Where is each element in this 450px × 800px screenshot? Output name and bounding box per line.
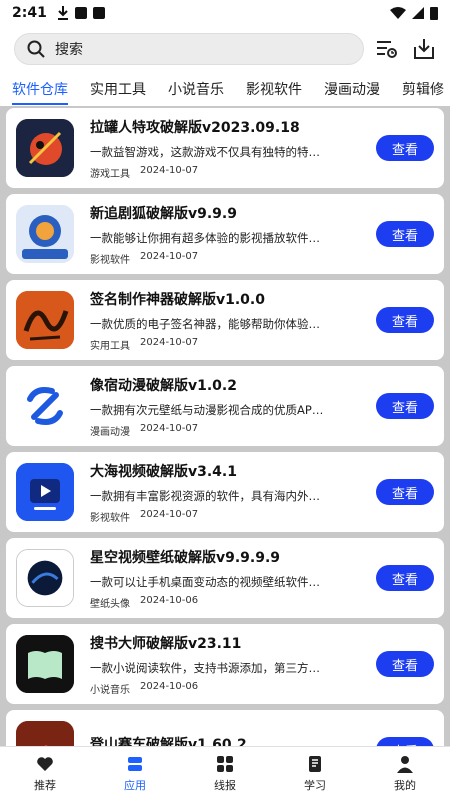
game-icon (16, 119, 74, 177)
view-button[interactable]: 查看 (376, 393, 434, 419)
view-button[interactable]: 查看 (376, 737, 434, 746)
book-icon (16, 635, 74, 693)
nav-mine[interactable]: 我的 (360, 747, 450, 800)
nav-label: 推荐 (34, 779, 56, 792)
status-bar: 2:41 (0, 0, 450, 26)
item-desc: 一款能够让你拥有超多体验的影视播放软件，在这... (90, 230, 330, 245)
item-category: 影视软件 (90, 254, 130, 266)
list-item[interactable]: 像宿动漫破解版v1.0.2 一款拥有次元壁纸与动漫影视合成的优质APP，海...… (6, 366, 444, 446)
nav-recommend[interactable]: 推荐 (0, 747, 90, 800)
search-placeholder: 搜索 (55, 42, 83, 58)
item-desc: 一款可以让手机桌面变动态的视频壁纸软件，为用... (90, 574, 330, 589)
app-icon (128, 757, 142, 771)
view-button[interactable]: 查看 (376, 221, 434, 247)
status-time: 2:41 (12, 5, 47, 21)
signal-icon (412, 7, 424, 19)
item-category: 游戏工具 (90, 168, 130, 180)
view-button[interactable]: 查看 (376, 479, 434, 505)
item-date: 2024-10-07 (140, 508, 199, 520)
tab-comics-anime[interactable]: 漫画动漫 (324, 73, 380, 105)
item-desc: 一款小说阅读软件，支持书源添加，第三方书源导... (90, 660, 330, 675)
item-date: 2024-10-07 (140, 336, 199, 348)
nav-label: 应用 (124, 779, 146, 792)
book-icon (309, 756, 321, 772)
wallpaper-icon (16, 549, 74, 607)
tab-editing[interactable]: 剪辑修 (402, 73, 444, 105)
top-bar: 搜索 (0, 26, 450, 72)
list-item[interactable]: 星空视频壁纸破解版v9.9.9.9 一款可以让手机桌面变动态的视频壁纸软件，为用… (6, 538, 444, 618)
nav-apps[interactable]: 应用 (90, 747, 180, 800)
view-button[interactable]: 查看 (376, 135, 434, 161)
nav-news[interactable]: 线报 (180, 747, 270, 800)
item-title: 新追剧狐破解版v9.9.9 (90, 205, 237, 222)
tab-utilities[interactable]: 实用工具 (90, 73, 146, 105)
wifi-icon (390, 7, 406, 19)
bottom-nav: 推荐 应用 线报 学习 我的 (0, 746, 450, 800)
list-item[interactable]: 搜书大师破解版v23.11 一款小说阅读软件，支持书源添加，第三方书源导... … (6, 624, 444, 704)
list-item[interactable]: 登山赛车破解版v1.60.2 查看 (6, 710, 444, 746)
anime-icon (16, 377, 74, 435)
view-button[interactable]: 查看 (376, 565, 434, 591)
item-desc: 一款拥有次元壁纸与动漫影视合成的优质APP，海... (90, 402, 330, 417)
item-date: 2024-10-07 (140, 250, 199, 262)
video-icon (16, 463, 74, 521)
category-tabs: 软件仓库 实用工具 小说音乐 影视软件 漫画动漫 剪辑修 (0, 72, 450, 106)
item-category: 影视软件 (90, 512, 130, 524)
nav-label: 线报 (214, 779, 236, 792)
nav-label: 学习 (304, 779, 326, 792)
item-desc: 一款优质的电子签名神器，能够帮助你体验充实篇... (90, 316, 330, 331)
racing-icon (16, 721, 74, 746)
tv-icon (16, 205, 74, 263)
item-title: 搜书大师破解版v23.11 (90, 635, 242, 652)
notification-icon (74, 7, 87, 19)
tab-novels-music[interactable]: 小说音乐 (168, 73, 224, 105)
nav-learn[interactable]: 学习 (270, 747, 360, 800)
item-title: 大海视频破解版v3.4.1 (90, 463, 237, 480)
tab-video-software[interactable]: 影视软件 (246, 73, 302, 105)
history-icon[interactable] (374, 37, 398, 61)
heart-icon (37, 757, 53, 771)
view-button[interactable]: 查看 (376, 651, 434, 677)
app-status-icon (92, 7, 105, 19)
user-icon (397, 756, 413, 773)
item-desc: 一款拥有丰富影视资源的软件，具有海内外各种题... (90, 488, 330, 503)
item-title: 签名制作神器破解版v1.0.0 (90, 291, 265, 308)
tab-software-repo[interactable]: 软件仓库 (12, 73, 68, 105)
battery-icon (430, 7, 438, 20)
item-category: 漫画动漫 (90, 426, 130, 438)
item-date: 2024-10-06 (140, 594, 199, 606)
search-icon (27, 40, 45, 58)
nav-label: 我的 (394, 779, 416, 792)
item-category: 小说音乐 (90, 684, 130, 696)
view-button[interactable]: 查看 (376, 307, 434, 333)
item-date: 2024-10-06 (140, 680, 199, 692)
item-category: 实用工具 (90, 340, 130, 352)
item-date: 2024-10-07 (140, 164, 199, 176)
list-item[interactable]: 新追剧狐破解版v9.9.9 一款能够让你拥有超多体验的影视播放软件，在这... … (6, 194, 444, 274)
download-icon (57, 6, 68, 20)
item-title: 登山赛车破解版v1.60.2 (90, 737, 247, 746)
download-manager-icon[interactable] (412, 37, 436, 61)
signature-icon (16, 291, 74, 349)
item-title: 拉罐人特攻破解版v2023.09.18 (90, 119, 300, 136)
item-category: 壁纸头像 (90, 598, 130, 610)
grid-icon (217, 756, 233, 772)
search-input[interactable]: 搜索 (14, 33, 364, 65)
list-item[interactable]: 签名制作神器破解版v1.0.0 一款优质的电子签名神器，能够帮助你体验充实篇..… (6, 280, 444, 360)
list-item[interactable]: 拉罐人特攻破解版v2023.09.18 一款益智游戏，这款游戏不仅具有独特的特色… (6, 108, 444, 188)
item-title: 星空视频壁纸破解版v9.9.9.9 (90, 549, 281, 566)
item-date: 2024-10-07 (140, 422, 199, 434)
list-item[interactable]: 大海视频破解版v3.4.1 一款拥有丰富影视资源的软件，具有海内外各种题... … (6, 452, 444, 532)
app-list: 拉罐人特攻破解版v2023.09.18 一款益智游戏，这款游戏不仅具有独特的特色… (0, 106, 450, 746)
item-desc: 一款益智游戏，这款游戏不仅具有独特的特色玩法... (90, 144, 330, 159)
item-title: 像宿动漫破解版v1.0.2 (90, 377, 237, 394)
